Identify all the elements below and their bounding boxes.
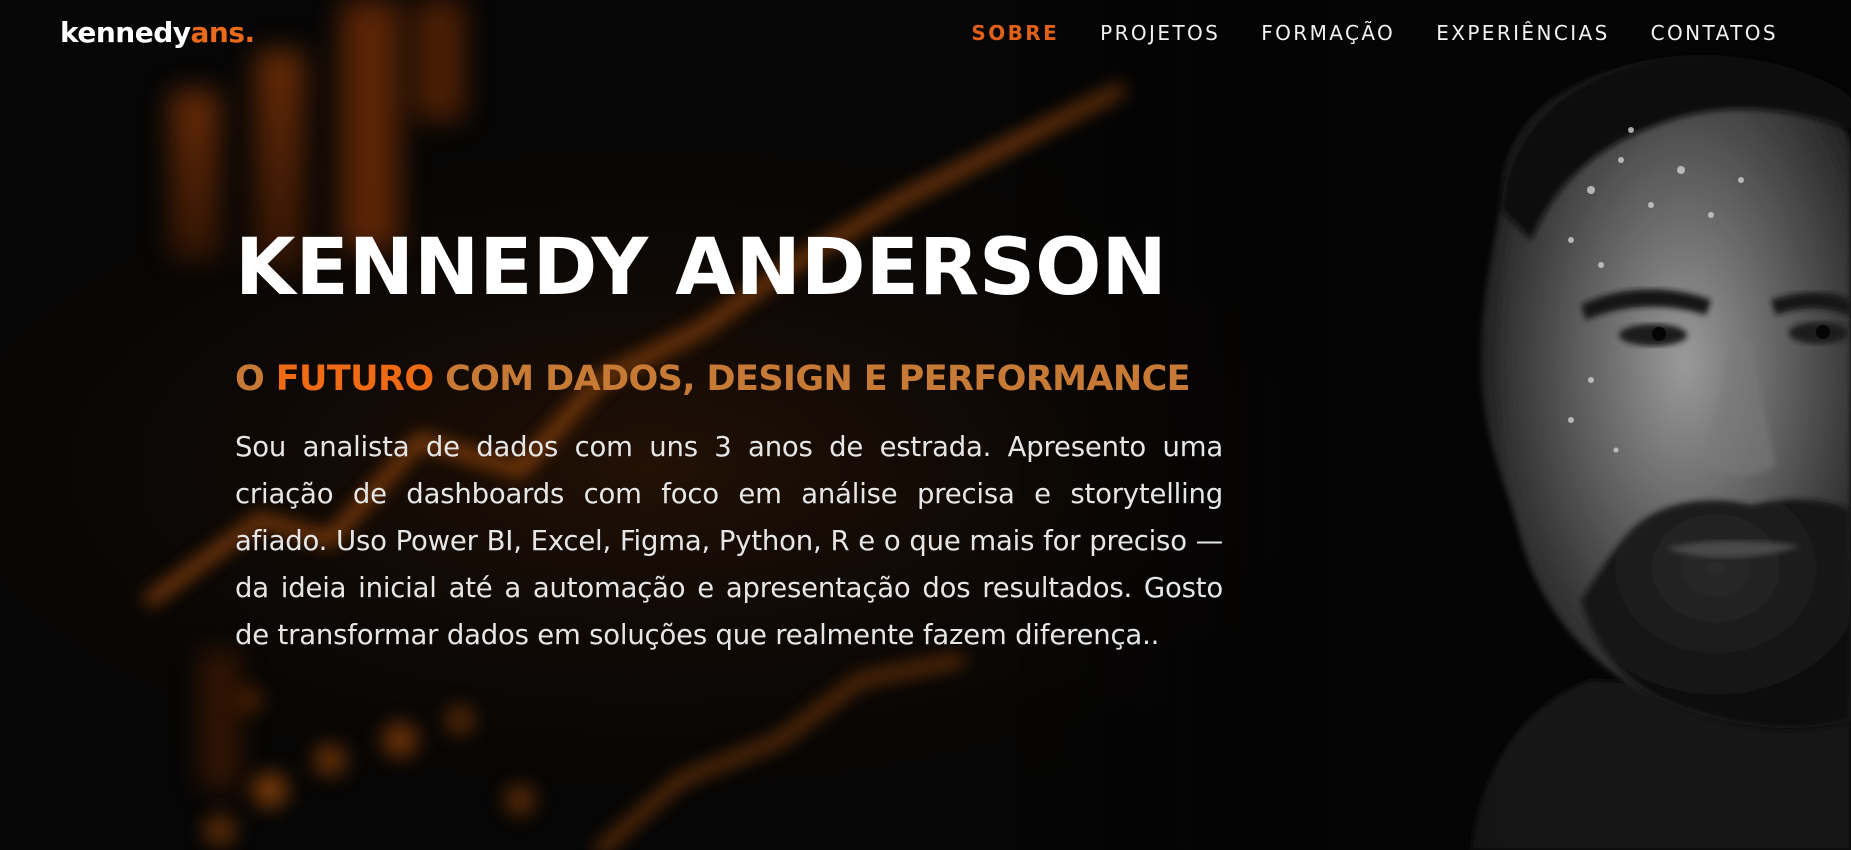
site-logo[interactable]: kennedyans. (60, 16, 255, 50)
hero-content: KENNEDY ANDERSON O FUTURO COM DADOS, DES… (235, 218, 1225, 659)
portrait-image (1331, 0, 1851, 850)
nav-item-sobre[interactable]: SOBRE (971, 20, 1059, 46)
nav-item-contatos[interactable]: CONTATOS (1651, 20, 1778, 46)
hero-tagline: O FUTURO COM DADOS, DESIGN E PERFORMANCE (235, 356, 1225, 402)
nav-menu: SOBRE PROJETOS FORMAÇÃO EXPERIÊNCIAS CON… (971, 20, 1778, 46)
hero-name: KENNEDY ANDERSON (235, 223, 1167, 313)
hero-bio: Sou analista de dados com uns 3 anos de … (235, 431, 1223, 651)
top-navigation: kennedyans. SOBRE PROJETOS FORMAÇÃO EXPE… (0, 0, 1851, 66)
nav-item-experiencias[interactable]: EXPERIÊNCIAS (1436, 20, 1609, 46)
nav-item-projetos[interactable]: PROJETOS (1100, 20, 1220, 46)
logo-text-accent: ans. (190, 16, 256, 49)
tagline-part-1: O (235, 359, 276, 399)
nav-item-formacao[interactable]: FORMAÇÃO (1261, 20, 1395, 46)
hero-section: kennedyans. SOBRE PROJETOS FORMAÇÃO EXPE… (0, 0, 1851, 850)
tagline-part-2: COM DADOS, DESIGN E PERFORMANCE (433, 359, 1191, 399)
logo-text-main: kennedy (60, 16, 191, 49)
tagline-highlight: FUTURO (275, 359, 434, 399)
